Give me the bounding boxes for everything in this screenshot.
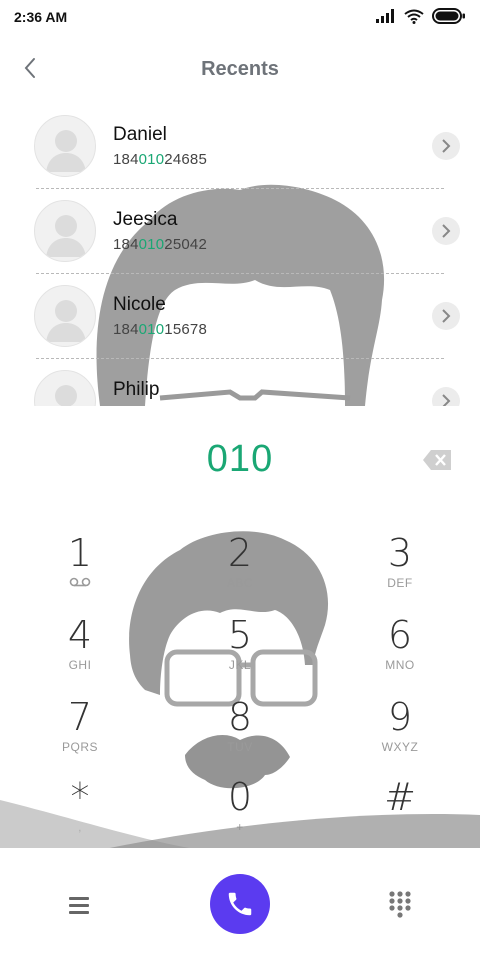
key-digit: 9: [387, 695, 413, 739]
person-icon: [46, 300, 86, 342]
dialpad-icon: [389, 891, 411, 918]
page-title: Recents: [201, 58, 279, 80]
dialed-number: 010: [206, 438, 274, 480]
chevron-right-icon: [442, 139, 451, 153]
person-icon: [55, 385, 77, 406]
key-letters: +: [236, 820, 244, 834]
key-digit: 7: [67, 695, 93, 739]
key-hash[interactable]: #: [340, 775, 460, 857]
backspace-button[interactable]: [422, 449, 452, 471]
status-icons: [376, 8, 466, 24]
key-digit: #: [384, 775, 416, 819]
contact-name: Daniel: [113, 124, 167, 145]
avatar: [34, 115, 96, 177]
chevron-right-icon: [442, 224, 451, 238]
dial-display: 010: [0, 438, 480, 488]
contact-name: Jeesica: [113, 209, 178, 230]
key-6[interactable]: 6 MNO: [340, 613, 460, 695]
avatar: [34, 285, 96, 347]
list-item[interactable]: Daniel 18401024685: [0, 104, 480, 189]
status-time: 2:36 AM: [14, 9, 68, 25]
person-icon: [46, 215, 86, 257]
key-digit: 6: [387, 613, 413, 657]
contact-detail-button[interactable]: [432, 132, 460, 160]
key-1[interactable]: 1: [20, 531, 140, 613]
key-letters: WXYZ: [381, 740, 419, 754]
key-letters: ,: [78, 820, 82, 834]
key-letters: MNO: [385, 658, 415, 672]
header: Recents: [0, 44, 480, 94]
person-icon: [46, 130, 86, 172]
voicemail-icon: [20, 576, 140, 590]
key-digit: 8: [227, 695, 253, 739]
keypad: 1 2 ABC 3 DEF 4 GHI 5 JKL 6 MNO 7 PQRS 8…: [0, 525, 480, 845]
contact-detail-button[interactable]: [432, 217, 460, 245]
key-digit: 3: [387, 531, 413, 575]
chevron-right-icon: [442, 394, 451, 406]
contact-number: 18401025042: [113, 236, 207, 253]
bottom-bar: [0, 848, 480, 960]
signal-icon: [376, 9, 394, 23]
key-digit: 2: [227, 531, 253, 575]
key-letters: [340, 820, 460, 834]
contact-name: Nicole: [113, 294, 166, 315]
key-digit: 0: [227, 775, 253, 819]
key-3[interactable]: 3 DEF: [340, 531, 460, 613]
call-button[interactable]: [210, 874, 270, 934]
key-4[interactable]: 4 GHI: [20, 613, 140, 695]
menu-icon: [69, 897, 89, 914]
key-letters: DEF: [387, 576, 413, 590]
chevron-right-icon: [442, 309, 451, 323]
contact-name: Philip: [113, 379, 160, 400]
status-bar: 2:36 AM: [0, 0, 480, 34]
wifi-icon: [404, 9, 424, 24]
dialpad-toggle-button[interactable]: [384, 888, 416, 922]
key-9[interactable]: 9 WXYZ: [340, 695, 460, 777]
backspace-icon: [423, 450, 451, 470]
key-letters: PQRS: [61, 740, 98, 754]
menu-button[interactable]: [62, 888, 96, 922]
key-digit: 4: [67, 613, 93, 657]
list-item[interactable]: Nicole 18401015678: [0, 274, 480, 359]
avatar: [34, 200, 96, 262]
key-digit: 1: [67, 531, 93, 575]
key-letters: ABC: [226, 576, 254, 590]
phone-icon: [228, 892, 252, 916]
key-5[interactable]: 5 JKL: [180, 613, 300, 695]
contact-number: 18401015678: [113, 321, 207, 338]
key-digit: *: [70, 775, 90, 819]
key-digit: 5: [227, 613, 253, 657]
contact-number: 18401024685: [113, 151, 207, 168]
battery-icon: [432, 8, 465, 24]
list-item[interactable]: Philip: [0, 359, 480, 406]
avatar: [34, 370, 96, 406]
contact-detail-button[interactable]: [432, 302, 460, 330]
key-letters: GHI: [68, 658, 92, 672]
key-star[interactable]: * ,: [20, 775, 140, 857]
key-letters: JKL: [228, 658, 252, 672]
key-8[interactable]: 8 TUV: [180, 695, 300, 777]
key-7[interactable]: 7 PQRS: [20, 695, 140, 777]
key-letters: TUV: [227, 740, 253, 754]
key-0[interactable]: 0 +: [180, 775, 300, 857]
contact-detail-button[interactable]: [432, 387, 460, 406]
list-item[interactable]: Jeesica 18401025042: [0, 189, 480, 274]
recents-list: Daniel 18401024685 Jeesica 18401025042 N…: [0, 104, 480, 406]
key-2[interactable]: 2 ABC: [180, 531, 300, 613]
